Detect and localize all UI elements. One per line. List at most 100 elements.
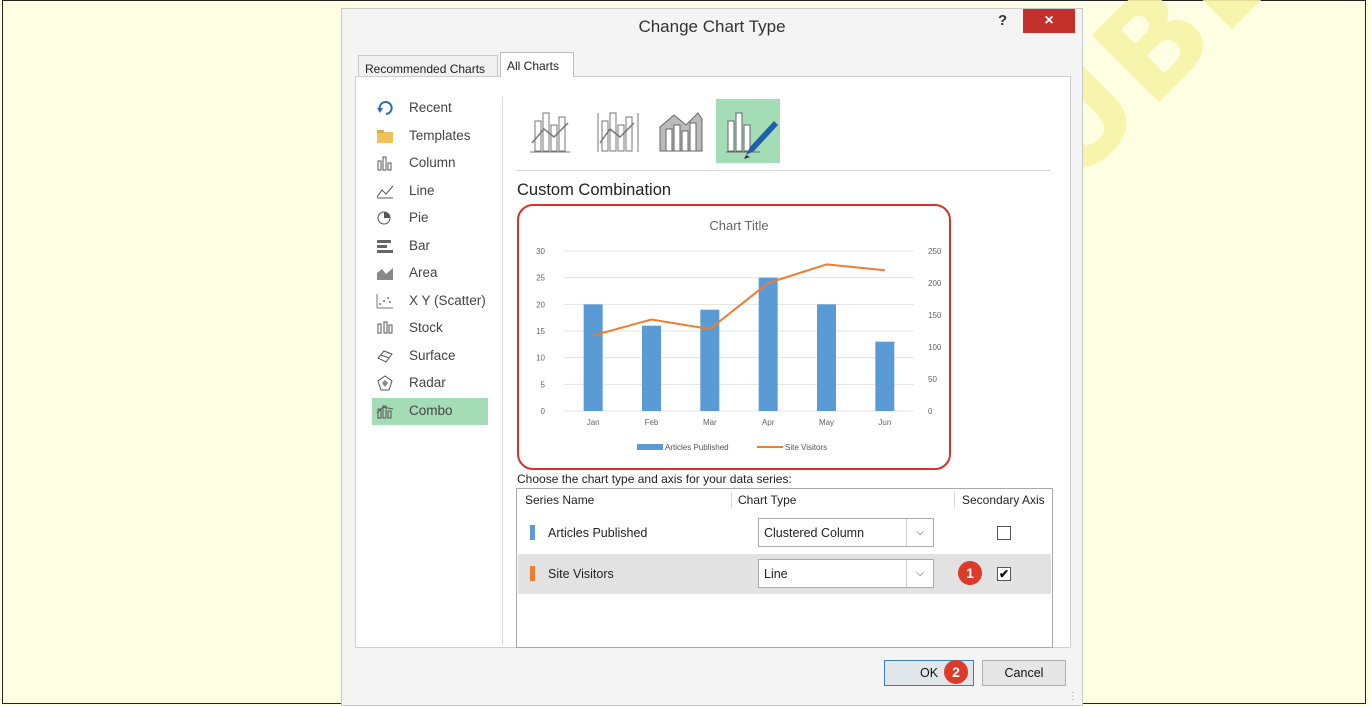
templates-folder-icon — [376, 128, 394, 144]
title-bar: Change Chart Type ? × — [342, 9, 1082, 43]
clustered-column-line-secondary-axis-icon[interactable] — [588, 99, 652, 163]
stacked-area-clustered-column-icon[interactable] — [652, 99, 716, 163]
chart-type-item-x-y-scatter[interactable]: X Y (Scatter) — [372, 288, 488, 316]
stock-chart-icon — [376, 320, 394, 336]
line-site-visitors — [592, 263, 885, 337]
y2-tick-label: 150 — [928, 311, 942, 320]
recent-icon — [376, 100, 394, 116]
y-tick-label: 0 — [541, 407, 546, 416]
y-tick-label: 15 — [536, 327, 545, 336]
series-color-swatch — [530, 566, 535, 581]
header-series-name: Series Name — [525, 493, 595, 507]
gallery-divider — [516, 170, 1050, 171]
x-tick-label: Jun — [878, 418, 891, 427]
secondary-axis-checkbox[interactable] — [997, 526, 1011, 540]
area-chart-icon — [376, 265, 394, 281]
chart-type-label: Pie — [409, 210, 429, 225]
chart-type-item-surface[interactable]: Surface — [372, 343, 488, 371]
chart-type-label: Radar — [409, 375, 446, 390]
chart-type-item-pie[interactable]: Pie — [372, 205, 488, 233]
chart-type-dropdown[interactable]: Clustered Column ⌵ — [758, 518, 934, 547]
series-table: Series Name Chart Type Secondary Axis Ar… — [516, 488, 1053, 648]
y2-tick-label: 250 — [928, 247, 942, 256]
bar-articles-published — [758, 277, 778, 411]
clustered-column-line-icon[interactable] — [524, 99, 588, 163]
combo-chart-svg: Chart Title 0 5 10 15 20 25 30 0 50 100 150 200 250 Ja… — [536, 218, 942, 452]
change-chart-type-dialog: Change Chart Type ? × Recommended Charts… — [341, 8, 1083, 706]
series-row-site-visitors: Site Visitors Line ⌵ ✔ 1 — [518, 554, 1051, 594]
bar-articles-published — [583, 304, 603, 411]
dialog-title: Change Chart Type — [638, 17, 786, 36]
scatter-chart-icon — [376, 293, 394, 309]
chart-type-value: Line — [764, 567, 788, 581]
chart-type-item-radar[interactable]: Radar — [372, 370, 488, 398]
tab-recommended-charts[interactable]: Recommended Charts — [358, 55, 498, 77]
legend-swatch-articles-published — [637, 444, 663, 450]
series-name: Site Visitors — [548, 567, 614, 581]
chart-type-dropdown[interactable]: Line ⌵ — [758, 559, 934, 588]
x-tick-label: Feb — [645, 418, 659, 427]
step-1-badge: 1 — [958, 561, 982, 585]
y-tick-label: 5 — [541, 380, 546, 389]
cancel-button[interactable]: Cancel — [982, 660, 1066, 686]
custom-combination-title: Custom Combination — [517, 181, 672, 199]
chart-type-item-combo[interactable]: Combo — [372, 397, 488, 425]
chart-type-label: Line — [409, 182, 435, 198]
header-chart-type: Chart Type — [738, 493, 797, 507]
line-chart-icon — [376, 183, 394, 199]
chart-type-label: Area — [409, 265, 438, 280]
vertical-divider — [502, 97, 503, 645]
header-separator — [954, 492, 955, 508]
pie-chart-icon — [376, 210, 394, 226]
chart-type-list: Recent Templates Column Line Pie Bar Area X Y (… — [372, 95, 490, 425]
y2-tick-label: 200 — [928, 279, 942, 288]
chart-type-value: Clustered Column — [764, 526, 865, 540]
chart-type-label: Stock — [409, 320, 443, 335]
custom-combination-icon[interactable] — [716, 99, 780, 163]
series-row-articles-published: Articles Published Clustered Column ⌵ — [518, 513, 1051, 553]
chart-type-label: Column — [409, 155, 456, 170]
x-tick-label: May — [819, 418, 834, 427]
chart-type-label: Bar — [409, 237, 431, 253]
y-tick-label: 30 — [536, 247, 545, 256]
chart-type-label: X Y (Scatter) — [409, 292, 486, 308]
y-tick-label: 20 — [536, 300, 545, 309]
chevron-down-icon[interactable]: ⌵ — [906, 560, 933, 587]
all-charts-pane: Recent Templates Column Line Pie Bar Area X Y (… — [355, 76, 1071, 648]
chart-type-item-templates[interactable]: Templates — [372, 123, 488, 151]
legend-label-articles-published: Articles Published — [665, 443, 729, 452]
series-prompt: Choose the chart type and axis for your … — [517, 472, 792, 486]
y2-tick-label: 50 — [928, 375, 937, 384]
chart-type-item-recent[interactable]: Recent — [372, 95, 488, 123]
chart-type-label: Surface — [409, 347, 456, 363]
y-tick-label: 25 — [536, 274, 545, 283]
secondary-axis-checkbox-checked[interactable]: ✔ — [997, 567, 1011, 581]
tab-all-charts[interactable]: All Charts — [500, 52, 574, 77]
legend-label-site-visitors: Site Visitors — [785, 443, 827, 452]
resize-grip-icon[interactable]: ⋮ — [1068, 691, 1078, 702]
combo-chart-icon — [376, 403, 394, 419]
header-separator — [731, 492, 732, 508]
x-tick-label: Apr — [762, 418, 775, 427]
chart-type-item-stock[interactable]: Stock — [372, 315, 488, 343]
chevron-down-icon[interactable]: ⌵ — [906, 519, 933, 546]
chart-type-item-column[interactable]: Column — [372, 150, 488, 178]
surface-chart-icon — [376, 348, 394, 364]
series-color-swatch — [530, 525, 535, 540]
chart-type-label: Combo — [409, 402, 453, 418]
chart-type-label: Recent — [409, 100, 452, 115]
y2-tick-label: 100 — [928, 343, 942, 352]
chart-type-item-area[interactable]: Area — [372, 260, 488, 288]
chart-type-item-bar[interactable]: Bar — [372, 233, 488, 261]
chart-type-item-line[interactable]: Line — [372, 178, 488, 206]
series-name: Articles Published — [548, 526, 648, 540]
bar-articles-published — [642, 325, 661, 411]
column-chart-icon — [376, 155, 394, 171]
help-button[interactable]: ? — [998, 12, 1007, 29]
x-tick-label: Jan — [587, 418, 600, 427]
close-button[interactable]: × — [1023, 9, 1075, 33]
chart-title: Chart Title — [709, 218, 768, 233]
chart-type-label: Templates — [409, 127, 471, 143]
step-2-badge: 2 — [944, 660, 968, 684]
bar-chart-icon — [376, 238, 394, 254]
